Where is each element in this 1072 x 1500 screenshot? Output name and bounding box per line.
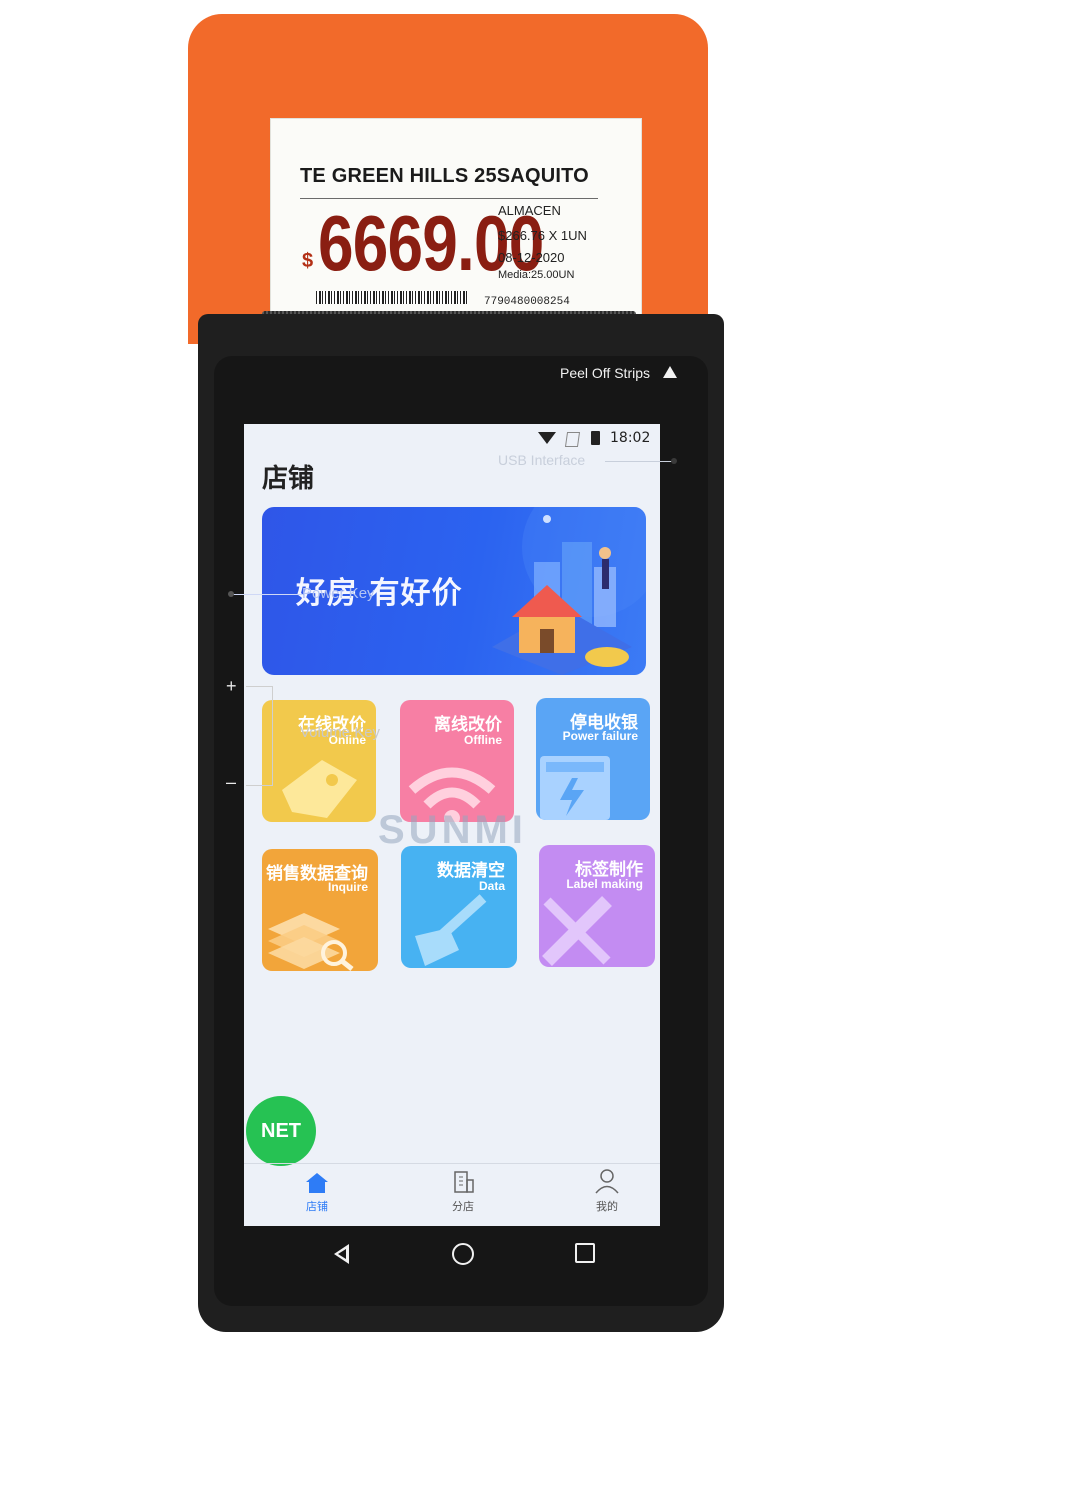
volume-plus-label: +	[226, 676, 237, 696]
tile-offline-price[interactable]: 离线改价 Offline	[400, 700, 514, 822]
volume-minus-label: –	[226, 772, 237, 792]
triangle-up-icon	[663, 366, 677, 378]
tab-label: 店铺	[306, 1200, 328, 1213]
tile-data-clear[interactable]: 数据清空 Data	[401, 846, 517, 968]
barcode	[316, 291, 468, 304]
no-sim-icon	[564, 432, 581, 447]
volume-key-label: Volume Key	[300, 724, 381, 741]
home-icon	[306, 1173, 328, 1193]
usb-callout-line	[605, 461, 673, 462]
user-icon	[595, 1169, 619, 1194]
receipt-unit-price: $266.76 X 1UN	[498, 228, 587, 243]
tile-power-failure[interactable]: 停电收银 Power failure	[536, 698, 650, 820]
tile-label-en: Data	[478, 879, 505, 893]
volume-callout-bracket	[246, 686, 273, 786]
building-icon	[454, 1171, 474, 1193]
page-title: 店铺	[262, 464, 315, 494]
tile-online-price[interactable]: 在线改价 Online	[262, 700, 376, 822]
receipt-store: ALMACEN	[498, 203, 561, 218]
usb-interface-label: USB Interface	[498, 452, 586, 468]
wifi-icon	[538, 432, 556, 444]
tab-mine[interactable]: 我的	[590, 1168, 624, 1213]
recent-apps-icon[interactable]	[575, 1243, 595, 1263]
receipt-date: 08-12-2020	[498, 250, 565, 265]
ruler-pencil-icon	[542, 896, 612, 966]
net-button[interactable]: NET	[246, 1096, 316, 1166]
tab-branch[interactable]: 分店	[446, 1170, 480, 1214]
receipt-currency: $	[302, 250, 314, 272]
tile-label-cn: 离线改价	[434, 715, 502, 735]
battery-icon	[591, 431, 600, 445]
power-callout-line	[233, 594, 303, 595]
peel-off-label: Peel Off Strips	[560, 365, 651, 381]
tile-label-making[interactable]: 标签制作 Label making	[539, 845, 655, 967]
power-callout-dot	[228, 591, 234, 597]
tile-label-en: Power failure	[562, 729, 638, 743]
barcode-number: 7790480008254	[484, 296, 570, 308]
tile-label-en: Inquire	[327, 880, 368, 894]
stack-search-icon	[268, 913, 354, 971]
power-key-label: Power Key	[302, 585, 375, 602]
tabbar-divider	[244, 1163, 660, 1164]
tile-label-cn: 数据清空	[437, 861, 505, 881]
tile-label-en: Offline	[464, 733, 502, 747]
usb-callout-dot	[671, 458, 677, 464]
receipt-media: Media:25.00UN	[498, 269, 575, 281]
tile-label-en: Label making	[566, 877, 643, 891]
status-time: 18:02	[610, 430, 651, 446]
brand-watermark: SUNMI	[378, 808, 527, 852]
back-icon-inner	[338, 1249, 346, 1259]
home-circle-icon[interactable]	[452, 1243, 474, 1265]
tile-sales-inquiry[interactable]: 销售数据查询 Inquire	[262, 849, 378, 971]
price-tag-icon	[282, 760, 357, 818]
tab-store[interactable]: 店铺	[300, 1172, 334, 1216]
battery-charge-icon	[540, 756, 610, 820]
tab-label: 分店	[452, 1200, 474, 1213]
broom-icon	[415, 894, 487, 966]
tab-label: 我的	[596, 1200, 618, 1213]
receipt-product-title: TE GREEN HILLS 25SAQUITO	[300, 165, 589, 187]
